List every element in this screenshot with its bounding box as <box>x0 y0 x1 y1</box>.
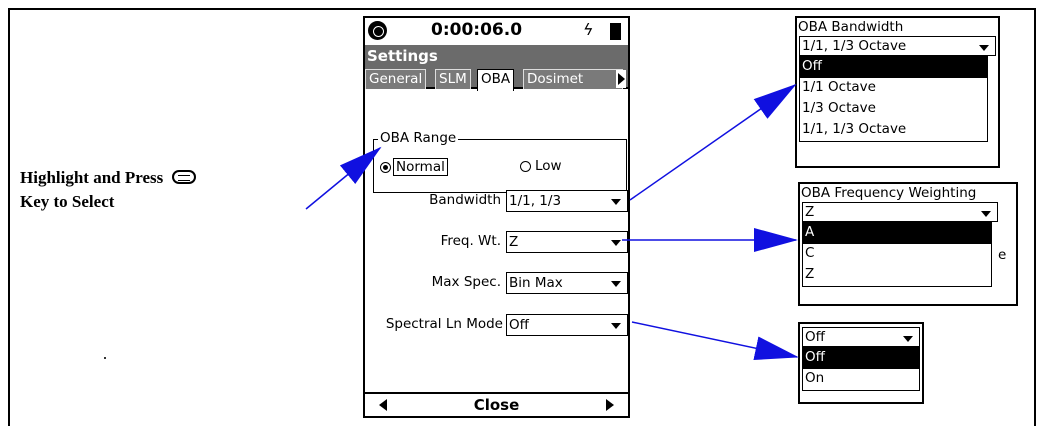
arrow-to-bandwidth-popup <box>629 83 797 201</box>
callout-arrows <box>305 83 799 361</box>
arrow-to-normal-radio <box>305 146 382 210</box>
arrow-to-spectral-popup <box>631 321 799 361</box>
